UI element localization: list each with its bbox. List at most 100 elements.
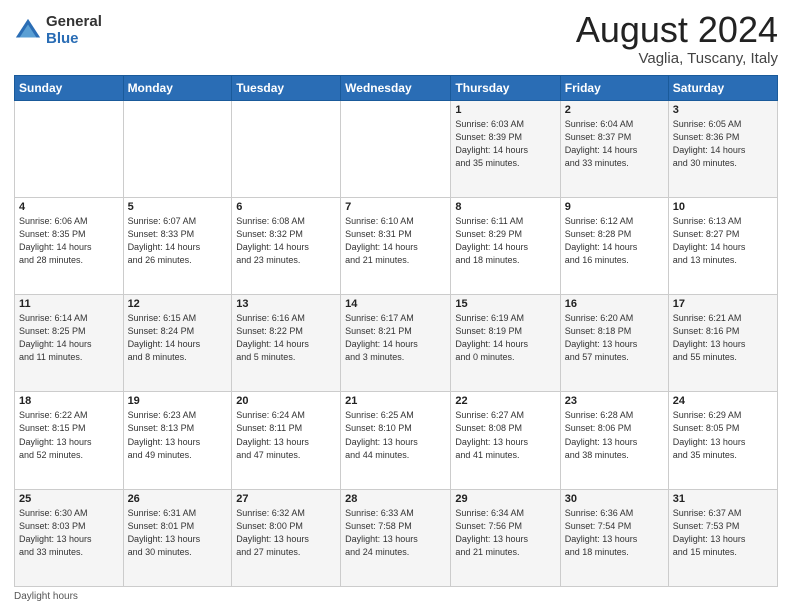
day-info: Sunrise: 6:15 AM Sunset: 8:24 PM Dayligh…	[128, 312, 228, 364]
subtitle: Vaglia, Tuscany, Italy	[576, 50, 778, 67]
calendar-week-row: 4 Sunrise: 6:06 AM Sunset: 8:35 PM Daylig…	[15, 197, 778, 294]
logo-icon	[14, 17, 42, 45]
calendar-cell: 9 Sunrise: 6:12 AM Sunset: 8:28 PM Daylig…	[560, 197, 668, 294]
day-info: Sunrise: 6:31 AM Sunset: 8:01 PM Dayligh…	[128, 507, 228, 559]
day-info: Sunrise: 6:06 AM Sunset: 8:35 PM Dayligh…	[19, 215, 119, 267]
day-number: 22	[455, 395, 555, 407]
weekday-header-row: SundayMondayTuesdayWednesdayThursdayFrid…	[15, 75, 778, 100]
day-info: Sunrise: 6:10 AM Sunset: 8:31 PM Dayligh…	[345, 215, 446, 267]
day-info: Sunrise: 6:17 AM Sunset: 8:21 PM Dayligh…	[345, 312, 446, 364]
calendar-cell: 26 Sunrise: 6:31 AM Sunset: 8:01 PM Dayli…	[123, 489, 232, 586]
day-info: Sunrise: 6:20 AM Sunset: 8:18 PM Dayligh…	[565, 312, 664, 364]
day-info: Sunrise: 6:36 AM Sunset: 7:54 PM Dayligh…	[565, 507, 664, 559]
weekday-header-saturday: Saturday	[668, 75, 777, 100]
day-number: 5	[128, 201, 228, 213]
calendar-cell: 19 Sunrise: 6:23 AM Sunset: 8:13 PM Dayli…	[123, 392, 232, 489]
calendar-cell: 2Sunrise: 6:04 AM Sunset: 8:37 PM Daylig…	[560, 100, 668, 197]
day-info: Sunrise: 6:13 AM Sunset: 8:27 PM Dayligh…	[673, 215, 773, 267]
weekday-header-sunday: Sunday	[15, 75, 124, 100]
day-number: 25	[19, 493, 119, 505]
footer: Daylight hours	[14, 591, 778, 602]
day-info: Sunrise: 6:32 AM Sunset: 8:00 PM Dayligh…	[236, 507, 336, 559]
calendar-table: SundayMondayTuesdayWednesdayThursdayFrid…	[14, 75, 778, 587]
calendar-cell: 8Sunrise: 6:11 AM Sunset: 8:29 PM Daylig…	[451, 197, 560, 294]
day-number: 19	[128, 395, 228, 407]
day-info: Sunrise: 6:29 AM Sunset: 8:05 PM Dayligh…	[673, 409, 773, 461]
calendar-body: 1Sunrise: 6:03 AM Sunset: 8:39 PM Daylig…	[15, 100, 778, 586]
day-number: 16	[565, 298, 664, 310]
calendar-cell	[341, 100, 451, 197]
calendar-cell: 27 Sunrise: 6:32 AM Sunset: 8:00 PM Dayli…	[232, 489, 341, 586]
day-info: Sunrise: 6:24 AM Sunset: 8:11 PM Dayligh…	[236, 409, 336, 461]
logo-blue: Blue	[46, 31, 102, 48]
daylight-label: Daylight hours	[14, 591, 78, 602]
logo: General Blue	[14, 14, 102, 47]
day-info: Sunrise: 6:28 AM Sunset: 8:06 PM Dayligh…	[565, 409, 664, 461]
calendar-cell: 20 Sunrise: 6:24 AM Sunset: 8:11 PM Dayli…	[232, 392, 341, 489]
day-info: Sunrise: 6:14 AM Sunset: 8:25 PM Dayligh…	[19, 312, 119, 364]
weekday-header-monday: Monday	[123, 75, 232, 100]
day-info: Sunrise: 6:21 AM Sunset: 8:16 PM Dayligh…	[673, 312, 773, 364]
day-number: 17	[673, 298, 773, 310]
day-number: 20	[236, 395, 336, 407]
day-number: 18	[19, 395, 119, 407]
header: General Blue August 2024 Vaglia, Tuscany…	[14, 10, 778, 67]
calendar-cell: 16 Sunrise: 6:20 AM Sunset: 8:18 PM Dayli…	[560, 295, 668, 392]
day-number: 6	[236, 201, 336, 213]
calendar-cell: 3 Sunrise: 6:05 AM Sunset: 8:36 PM Daylig…	[668, 100, 777, 197]
calendar-cell: 30 Sunrise: 6:36 AM Sunset: 7:54 PM Dayli…	[560, 489, 668, 586]
day-info: Sunrise: 6:33 AM Sunset: 7:58 PM Dayligh…	[345, 507, 446, 559]
logo-text: General Blue	[46, 14, 102, 47]
day-info: Sunrise: 6:16 AM Sunset: 8:22 PM Dayligh…	[236, 312, 336, 364]
day-info: Sunrise: 6:12 AM Sunset: 8:28 PM Dayligh…	[565, 215, 664, 267]
day-number: 14	[345, 298, 446, 310]
day-number: 27	[236, 493, 336, 505]
calendar-cell: 21Sunrise: 6:25 AM Sunset: 8:10 PM Dayli…	[341, 392, 451, 489]
calendar-header: SundayMondayTuesdayWednesdayThursdayFrid…	[15, 75, 778, 100]
day-info: Sunrise: 6:37 AM Sunset: 7:53 PM Dayligh…	[673, 507, 773, 559]
day-number: 4	[19, 201, 119, 213]
main-title: August 2024	[576, 10, 778, 50]
day-number: 7	[345, 201, 446, 213]
calendar-cell: 4 Sunrise: 6:06 AM Sunset: 8:35 PM Daylig…	[15, 197, 124, 294]
page: General Blue August 2024 Vaglia, Tuscany…	[0, 0, 792, 612]
calendar-cell: 5Sunrise: 6:07 AM Sunset: 8:33 PM Daylig…	[123, 197, 232, 294]
calendar-cell: 23Sunrise: 6:28 AM Sunset: 8:06 PM Dayli…	[560, 392, 668, 489]
calendar-week-row: 11 Sunrise: 6:14 AM Sunset: 8:25 PM Dayli…	[15, 295, 778, 392]
calendar-week-row: 1Sunrise: 6:03 AM Sunset: 8:39 PM Daylig…	[15, 100, 778, 197]
day-number: 24	[673, 395, 773, 407]
calendar-cell: 28Sunrise: 6:33 AM Sunset: 7:58 PM Dayli…	[341, 489, 451, 586]
weekday-header-friday: Friday	[560, 75, 668, 100]
calendar-cell	[123, 100, 232, 197]
day-info: Sunrise: 6:05 AM Sunset: 8:36 PM Dayligh…	[673, 118, 773, 170]
day-info: Sunrise: 6:04 AM Sunset: 8:37 PM Dayligh…	[565, 118, 664, 170]
day-info: Sunrise: 6:11 AM Sunset: 8:29 PM Dayligh…	[455, 215, 555, 267]
calendar-cell	[232, 100, 341, 197]
calendar-cell: 10 Sunrise: 6:13 AM Sunset: 8:27 PM Dayli…	[668, 197, 777, 294]
day-info: Sunrise: 6:08 AM Sunset: 8:32 PM Dayligh…	[236, 215, 336, 267]
day-number: 30	[565, 493, 664, 505]
calendar-cell: 15Sunrise: 6:19 AM Sunset: 8:19 PM Dayli…	[451, 295, 560, 392]
day-number: 3	[673, 104, 773, 116]
logo-general: General	[46, 14, 102, 31]
day-number: 15	[455, 298, 555, 310]
day-number: 11	[19, 298, 119, 310]
day-number: 13	[236, 298, 336, 310]
day-info: Sunrise: 6:30 AM Sunset: 8:03 PM Dayligh…	[19, 507, 119, 559]
calendar-week-row: 18Sunrise: 6:22 AM Sunset: 8:15 PM Dayli…	[15, 392, 778, 489]
day-info: Sunrise: 6:23 AM Sunset: 8:13 PM Dayligh…	[128, 409, 228, 461]
calendar-cell: 11 Sunrise: 6:14 AM Sunset: 8:25 PM Dayli…	[15, 295, 124, 392]
weekday-header-thursday: Thursday	[451, 75, 560, 100]
day-number: 29	[455, 493, 555, 505]
title-block: August 2024 Vaglia, Tuscany, Italy	[576, 10, 778, 67]
day-number: 9	[565, 201, 664, 213]
day-info: Sunrise: 6:03 AM Sunset: 8:39 PM Dayligh…	[455, 118, 555, 170]
calendar-cell	[15, 100, 124, 197]
day-number: 12	[128, 298, 228, 310]
calendar-cell: 29Sunrise: 6:34 AM Sunset: 7:56 PM Dayli…	[451, 489, 560, 586]
calendar-cell: 12 Sunrise: 6:15 AM Sunset: 8:24 PM Dayli…	[123, 295, 232, 392]
weekday-header-wednesday: Wednesday	[341, 75, 451, 100]
day-number: 26	[128, 493, 228, 505]
day-number: 10	[673, 201, 773, 213]
calendar-cell: 7 Sunrise: 6:10 AM Sunset: 8:31 PM Daylig…	[341, 197, 451, 294]
